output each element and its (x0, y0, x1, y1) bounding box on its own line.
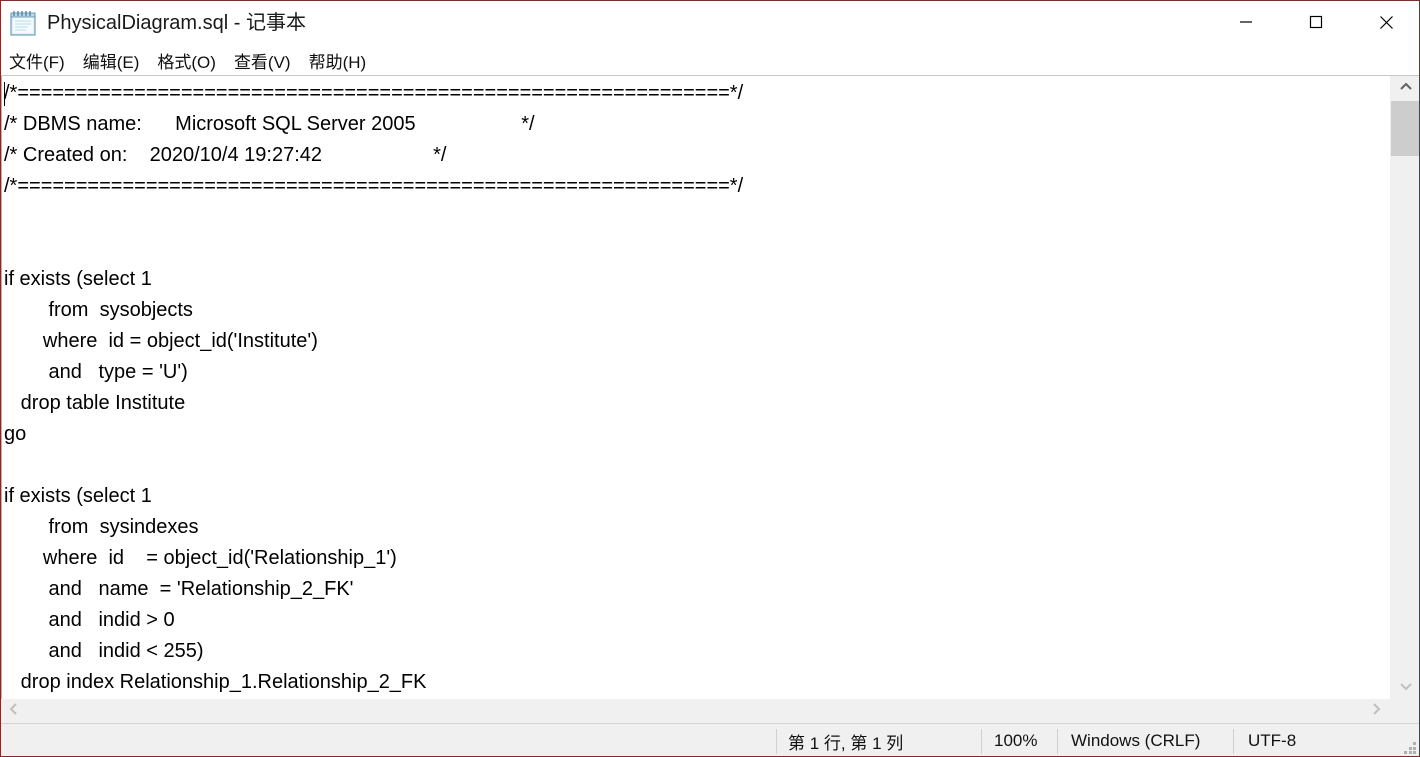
menu-item-format[interactable]: 格式(O) (157, 48, 216, 73)
scroll-up-button[interactable] (1390, 76, 1419, 100)
text-editor[interactable]: /*======================================… (1, 76, 1388, 699)
status-cursor-position: 第 1 行, 第 1 列 (788, 733, 904, 753)
menu-item-help[interactable]: 帮助(H) (309, 48, 367, 73)
chevron-up-icon (1399, 79, 1413, 97)
minimize-button[interactable] (1211, 1, 1281, 46)
status-divider (1233, 729, 1234, 754)
status-divider (1057, 729, 1058, 754)
chevron-down-icon (1399, 678, 1413, 696)
status-divider (776, 729, 777, 754)
notepad-icon (10, 10, 38, 36)
resize-grip-icon[interactable] (1404, 742, 1417, 755)
menu-item-edit[interactable]: 编辑(E) (83, 48, 140, 73)
maximize-icon (1309, 15, 1323, 32)
menu-item-file[interactable]: 文件(F) (9, 48, 65, 73)
scroll-left-button[interactable] (1, 699, 27, 723)
window-controls (1211, 1, 1419, 46)
chevron-right-icon (1371, 702, 1381, 721)
editor-content[interactable]: /*======================================… (4, 78, 743, 698)
minimize-icon (1239, 15, 1253, 32)
title-bar: PhysicalDiagram.sql - 记事本 (1, 1, 1419, 46)
maximize-button[interactable] (1281, 1, 1351, 46)
status-bar: 第 1 行, 第 1 列 100% Windows (CRLF) UTF-8 (1, 723, 1419, 756)
status-divider (981, 729, 982, 754)
status-zoom-level: 100% (994, 731, 1038, 750)
scrollbar-corner (1389, 699, 1419, 723)
editor-region: /*======================================… (1, 75, 1419, 723)
chevron-left-icon (9, 702, 19, 721)
vertical-scrollbar[interactable] (1389, 76, 1419, 699)
vertical-scroll-thumb[interactable] (1391, 101, 1419, 156)
status-line-ending: Windows (CRLF) (1071, 731, 1201, 750)
scroll-right-button[interactable] (1363, 699, 1389, 723)
horizontal-scrollbar[interactable] (1, 699, 1419, 723)
window-title: PhysicalDiagram.sql - 记事本 (47, 12, 306, 34)
menu-bar: 文件(F) 编辑(E) 格式(O) 查看(V) 帮助(H) (1, 46, 1419, 74)
menu-item-view[interactable]: 查看(V) (234, 48, 291, 73)
notepad-window: PhysicalDiagram.sql - 记事本 文件(F) 编辑(E) 格式… (0, 0, 1420, 757)
scroll-down-button[interactable] (1390, 675, 1419, 699)
close-icon (1379, 15, 1394, 33)
status-encoding: UTF-8 (1248, 731, 1297, 750)
close-button[interactable] (1351, 1, 1419, 46)
